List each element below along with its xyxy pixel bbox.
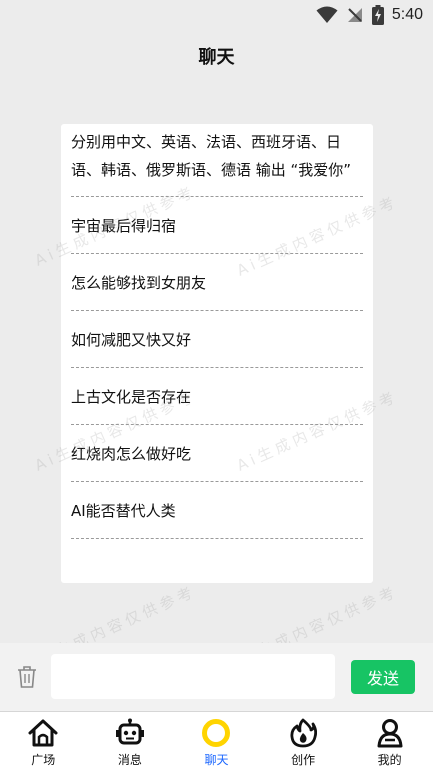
question-text: 如何减肥又快又好 xyxy=(71,331,192,349)
message-input[interactable] xyxy=(51,654,335,699)
input-bar: 发送 xyxy=(0,643,433,711)
question-text: 怎么能够找到女朋友 xyxy=(71,274,207,292)
flame-icon xyxy=(290,718,318,748)
tab-square[interactable]: 广场 xyxy=(0,712,86,768)
question-item[interactable]: 怎么能够找到女朋友 xyxy=(71,254,363,311)
status-bar: 5:40 xyxy=(0,0,433,30)
home-icon xyxy=(28,719,58,747)
bottom-tab-bar: 广场 消息 聊天 创作 我的 xyxy=(0,711,433,771)
question-item[interactable]: 分别用中文、英语、法语、西班牙语、日语、韩语、俄罗斯语、德语 输出 “我爱你” xyxy=(71,124,363,197)
question-item[interactable]: AI能否替代人类 xyxy=(71,482,363,539)
send-button[interactable]: 发送 xyxy=(351,660,415,694)
header: 聊天 xyxy=(0,36,433,76)
no-signal-icon xyxy=(347,8,362,22)
question-item[interactable]: 如何减肥又快又好 xyxy=(71,311,363,368)
trash-icon[interactable] xyxy=(16,665,38,689)
tab-messages[interactable]: 消息 xyxy=(87,712,173,768)
question-item[interactable]: 上古文化是否存在 xyxy=(71,368,363,425)
page-title: 聊天 xyxy=(198,47,235,68)
tab-label: 广场 xyxy=(31,753,56,767)
robot-icon xyxy=(115,718,144,745)
tab-create[interactable]: 创作 xyxy=(260,712,346,768)
tab-label: 我的 xyxy=(377,753,402,767)
user-icon xyxy=(377,719,403,748)
chat-ring-icon xyxy=(202,719,231,747)
question-text: AI能否替代人类 xyxy=(71,502,176,520)
question-text: 红烧肉怎么做好吃 xyxy=(71,445,192,463)
tab-label: 创作 xyxy=(291,753,316,767)
tab-chat[interactable]: 聊天 xyxy=(173,712,259,768)
tab-label: 消息 xyxy=(117,753,142,767)
question-item[interactable]: 红烧肉怎么做好吃 xyxy=(71,425,363,482)
question-text: 分别用中文、英语、法语、西班牙语、日语、韩语、俄罗斯语、德语 输出 “我爱你” xyxy=(71,133,352,179)
question-text: 宇宙最后得归宿 xyxy=(71,217,177,235)
tab-label: 聊天 xyxy=(204,753,229,767)
battery-charging-icon xyxy=(371,5,384,25)
status-time: 5:40 xyxy=(391,6,423,23)
tab-profile[interactable]: 我的 xyxy=(347,712,433,768)
wifi-icon xyxy=(316,6,338,23)
suggested-questions-card: 分别用中文、英语、法语、西班牙语、日语、韩语、俄罗斯语、德语 输出 “我爱你” … xyxy=(61,124,373,583)
question-item[interactable]: 宇宙最后得归宿 xyxy=(71,197,363,254)
question-text: 上古文化是否存在 xyxy=(71,388,192,406)
